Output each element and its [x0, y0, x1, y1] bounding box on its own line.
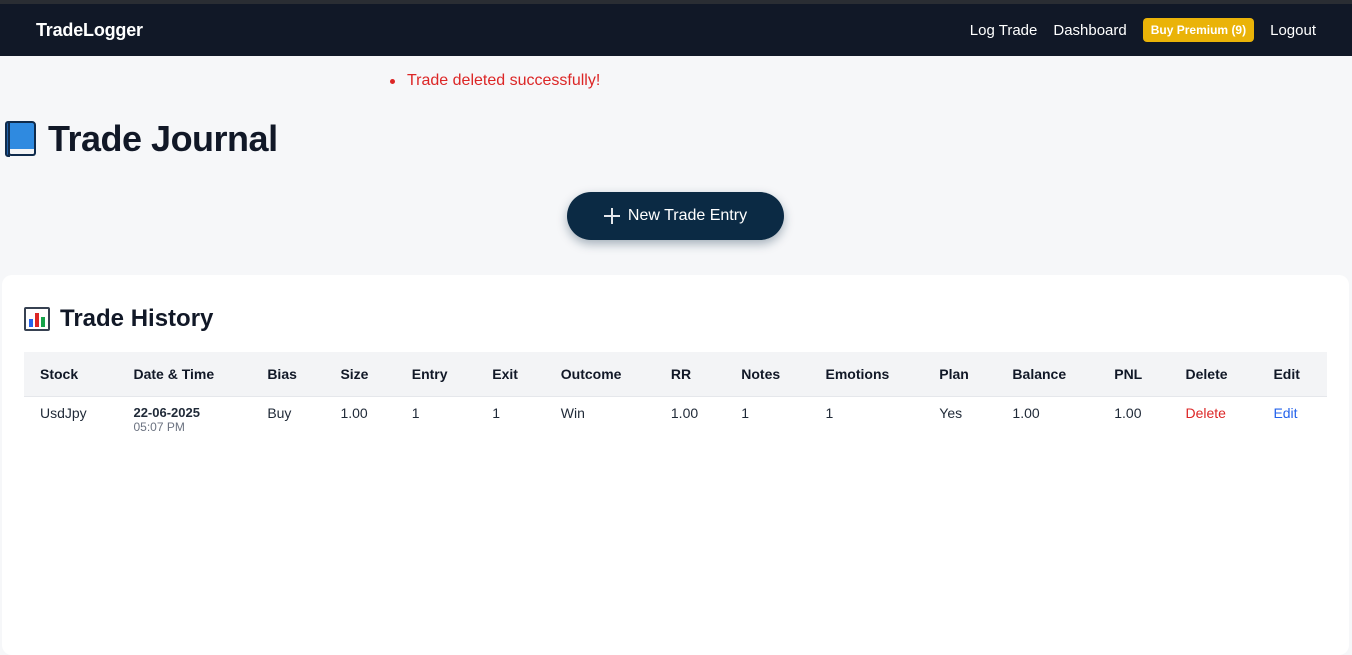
new-trade-entry-button[interactable]: New Trade Entry	[567, 192, 784, 240]
edit-trade-link[interactable]: Edit	[1273, 405, 1297, 421]
col-date-time: Date & Time	[117, 352, 252, 397]
trade-history-card: Trade History Stock Date & Time Bias Siz…	[2, 275, 1349, 655]
nav-dashboard-link[interactable]: Dashboard	[1053, 22, 1126, 39]
new-trade-entry-label: New Trade Entry	[627, 207, 748, 224]
col-stock: Stock	[24, 352, 118, 397]
page-title-text: Trade Journal	[48, 118, 278, 159]
cell-size: 1.00	[340, 405, 368, 421]
cell-time: 05:07 PM	[133, 420, 185, 434]
col-notes: Notes	[725, 352, 810, 397]
cell-balance: 1.00	[1012, 405, 1040, 421]
table-row: UsdJpy 22-06-2025 05:07 PM Buy 1.00 1 1 …	[24, 397, 1327, 446]
col-edit: Edit	[1257, 352, 1327, 397]
top-navbar: TradeLogger Log Trade Dashboard Buy Prem…	[0, 4, 1352, 56]
col-exit: Exit	[476, 352, 545, 397]
cell-plan: Yes	[939, 405, 963, 421]
page-title: Trade Journal	[4, 118, 278, 160]
table-header-row: Stock Date & Time Bias Size Entry Exit O…	[24, 352, 1327, 397]
bar-chart-icon	[24, 307, 50, 331]
col-bias: Bias	[251, 352, 325, 397]
col-balance: Balance	[996, 352, 1099, 397]
cell-notes: 1	[741, 405, 750, 421]
book-icon	[4, 119, 38, 159]
cell-edit: Edit	[1257, 397, 1327, 446]
bullet-icon	[390, 78, 395, 84]
col-size: Size	[324, 352, 396, 397]
flash-message-text: Trade deleted successfully!	[407, 72, 601, 89]
cell-date: 22-06-2025	[133, 405, 200, 420]
trade-history-table: Stock Date & Time Bias Size Entry Exit O…	[24, 352, 1327, 445]
cell-delete: Delete	[1170, 397, 1258, 446]
cell-exit: 1	[492, 405, 501, 421]
cell-emotions: 1	[825, 405, 834, 421]
delete-trade-link[interactable]: Delete	[1186, 405, 1226, 421]
col-rr: RR	[654, 352, 726, 397]
plus-icon	[603, 208, 620, 224]
cell-outcome: Win	[560, 405, 585, 421]
trade-history-title: Trade History	[60, 305, 214, 332]
cell-stock: UsdJpy	[40, 405, 87, 421]
nav-log-trade-link[interactable]: Log Trade	[970, 22, 1038, 39]
cell-rr: 1.00	[670, 405, 699, 421]
col-emotions: Emotions	[809, 352, 924, 397]
buy-premium-button[interactable]: Buy Premium (9)	[1142, 18, 1255, 42]
cell-pnl: 1.00	[1114, 405, 1142, 421]
col-outcome: Outcome	[544, 352, 655, 397]
nav-links: Log Trade Dashboard Buy Premium (9) Logo…	[970, 18, 1316, 42]
trade-history-heading: Trade History	[24, 305, 213, 333]
cell-bias: Buy	[267, 405, 292, 421]
flash-message: Trade deleted successfully!	[390, 72, 600, 90]
brand-logo[interactable]: TradeLogger	[36, 20, 143, 41]
col-delete: Delete	[1169, 352, 1258, 397]
trade-history-table-wrapper: Stock Date & Time Bias Size Entry Exit O…	[24, 352, 1327, 445]
cell-entry: 1	[411, 405, 420, 421]
col-pnl: PNL	[1098, 352, 1170, 397]
col-entry: Entry	[395, 352, 477, 397]
cell-date-time: 22-06-2025 05:07 PM	[117, 397, 251, 446]
nav-logout-link[interactable]: Logout	[1270, 22, 1316, 39]
col-plan: Plan	[923, 352, 997, 397]
